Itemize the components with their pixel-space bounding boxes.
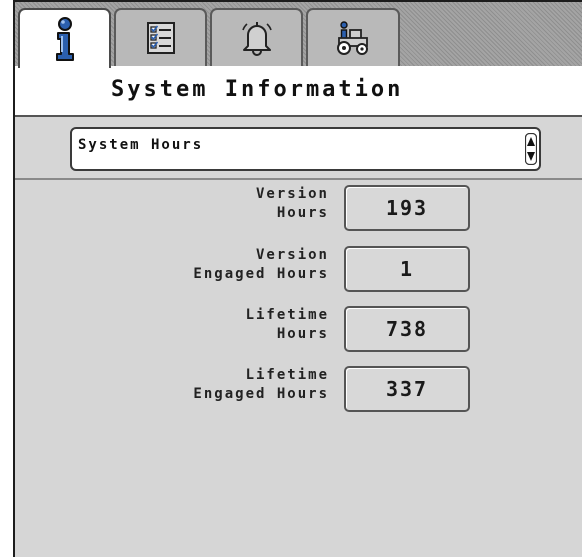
title-bar: System Information	[15, 66, 582, 117]
lifetime-hours-value[interactable]: 738	[344, 306, 470, 352]
lifetime-engaged-hours-label: Lifetime Engaged Hours	[193, 366, 329, 404]
alarm-bell-icon	[241, 22, 272, 56]
tab-machine-info[interactable]	[306, 8, 400, 66]
label-line1: Lifetime	[245, 367, 329, 383]
lifetime-hours-label: Lifetime Hours	[246, 306, 329, 344]
dropdown-selected-value: System Hours	[78, 137, 204, 153]
tab-checklist[interactable]	[114, 8, 207, 66]
version-engaged-hours-label: Version Engaged Hours	[193, 246, 329, 284]
tab-system-info[interactable]	[18, 8, 111, 68]
tab-strip	[15, 2, 582, 68]
version-engaged-hours-value[interactable]: 1	[344, 246, 470, 292]
label-line1: Version	[255, 186, 329, 202]
page-title: System Information	[111, 77, 404, 102]
label-line1: Version	[255, 247, 329, 263]
label-line2: Engaged Hours	[193, 266, 329, 282]
machine-diagnostics-icon	[337, 21, 368, 55]
info-icon	[55, 17, 74, 61]
up-down-arrows-icon	[525, 133, 537, 165]
label-line2: Engaged Hours	[193, 386, 329, 402]
version-hours-value[interactable]: 193	[344, 185, 470, 231]
label-line2: Hours	[276, 326, 329, 342]
selector-band: System Hours	[15, 117, 582, 180]
lifetime-engaged-hours-value[interactable]: 337	[344, 366, 470, 412]
label-line1: Lifetime	[245, 307, 329, 323]
tab-alarms[interactable]	[210, 8, 303, 66]
checklist-icon	[146, 22, 175, 54]
system-info-screen: System Information System Hours Version …	[13, 0, 582, 557]
label-line2: Hours	[276, 205, 329, 221]
system-hours-dropdown[interactable]: System Hours	[70, 127, 541, 171]
version-hours-label: Version Hours	[256, 185, 329, 223]
